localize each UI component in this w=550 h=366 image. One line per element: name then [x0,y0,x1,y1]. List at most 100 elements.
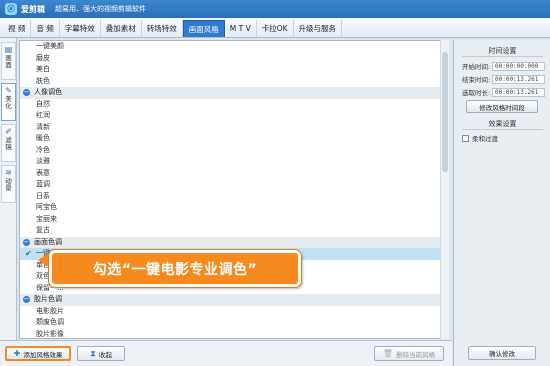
end-time-field[interactable]: 00:00:13.261 [492,74,545,84]
add-style-effect-button[interactable]: ✚ 添加风格效果 [5,346,71,361]
category-header[interactable]: − 胶片色调 [20,294,448,306]
style-list-item[interactable]: 淡雅 [20,156,448,168]
row-label: 磨皮 [36,53,50,62]
row-label: 双色 [36,272,50,280]
style-list-item[interactable]: 宝丽来 [20,214,448,226]
collapse-minus-icon[interactable]: − [23,89,30,96]
add-effect-icon: ✚ [13,349,21,358]
row-label: 胶片影像 [36,329,64,338]
divider [462,129,543,130]
menu-tab[interactable]: M T V [225,20,257,37]
title-bar: ⓔ 爱剪辑 超易用、强大的视频剪辑软件 [0,0,550,18]
modify-style-time-button[interactable]: 修改风格时间段 [466,100,538,113]
style-list-item[interactable]: 表意 [20,168,448,180]
delete-current-style-button[interactable]: 🗑 删除当前风格 [374,346,444,361]
start-time-field[interactable]: 00:00:00.000 [492,61,545,71]
menu-tab[interactable]: 字幕特效 [60,20,101,37]
side-tab[interactable]: ✐ 滤镜 [1,124,16,162]
duration-row: 选取时长: 00:00:13.261 [462,87,547,97]
soft-transition-checkbox[interactable] [462,134,469,142]
row-label: 宝丽来 [36,214,57,223]
bottom-toolbar: ✚ 添加风格效果 ⧗ 收起 🗑 删除当前风格 [0,340,452,366]
time-settings-title: 时间设置 [488,47,517,55]
category-header[interactable]: − 人像调色 [20,87,448,99]
brush-icon: ✐ [5,127,12,136]
divider [462,56,543,57]
menu-tab[interactable]: 卡拉OK [257,20,294,37]
side-tab[interactable]: ▤ 画面 [1,42,16,80]
row-label: 表意 [36,168,50,177]
soft-transition-option[interactable]: 柔和过渡 [462,133,498,143]
row-label: 冷色 [36,145,50,154]
confirm-modify-button[interactable]: 确认修改 [468,346,536,360]
style-list-item[interactable]: 清新 [20,122,448,134]
style-list-item[interactable]: 电影胶片 [20,306,448,318]
style-list-item[interactable]: 肤色 [20,76,448,88]
category-header[interactable]: − 画面色调 [20,236,448,248]
row-label: 肤色 [36,76,50,85]
style-list-item[interactable]: 自然 [20,99,448,111]
end-time-label: 结束时间: [462,76,491,84]
style-list-item[interactable]: 磨皮 [20,53,448,65]
row-label: 一键美颜 [36,42,64,50]
grid-icon: ▤ [4,45,13,54]
duration-label: 选取时长: [462,89,491,97]
collapse-minus-icon[interactable]: − [23,296,30,303]
trash-icon: 🗑 [382,349,394,358]
style-list-item[interactable]: 红润 [20,110,448,122]
menu-tab[interactable]: 视 频 [3,20,32,37]
checkmark-icon: ✔ [25,249,32,258]
start-time-label: 开始时间: [462,63,491,71]
delete-current-style-label: 删除当前风格 [396,350,436,359]
row-label: 胶片色调 [34,295,62,303]
row-label: 清新 [36,122,50,131]
side-tab-bar: ▤ 画面 ✎ 美化 ✐ 滤镜 ≋ 动景 [0,38,17,366]
end-time-row: 结束时间: 00:00:13.261 [462,74,547,84]
style-list-item[interactable]: 美白 [20,64,448,76]
side-tab-label: 动景 [5,177,12,192]
row-label: 自然 [36,99,50,108]
effect-settings-title: 效果设置 [488,120,517,128]
collapse-label: 收起 [98,350,112,359]
menu-tab[interactable]: 叠加素材 [101,20,142,37]
row-label: 阿宝色 [36,203,57,211]
side-tab[interactable]: ≋ 动景 [1,165,16,203]
collapse-button[interactable]: ⧗ 收起 [77,346,125,361]
collapse-minus-icon[interactable]: − [23,238,30,246]
side-tab-label: 滤镜 [5,136,12,151]
style-list-item[interactable]: 一键美颜 [20,41,448,53]
row-label: 蓝调 [36,180,50,188]
side-tab[interactable]: ✎ 美化 [1,83,16,121]
style-list-item[interactable]: 阿宝色 [20,202,448,214]
start-time-row: 开始时间: 00:00:00.000 [462,61,547,71]
row-label: 颓废色调 [36,318,64,326]
soft-transition-label: 柔和过渡 [472,135,498,143]
instruction-callout: 勾选“一键电影专业调色” [49,250,301,287]
duration-field: 00:00:13.261 [492,87,545,97]
main-menu-bar: 视 频音 频字幕特效 叠加素材 转场特效 画面风格 M T V 卡拉OK 升级与服务 [0,18,550,38]
scrollbar-thumb[interactable] [442,52,448,172]
style-list: 一键美颜 磨皮 美白 肤色 − 人像调色 自然 红润 清新 暖色 冷色 淡雅 表意 蓝调 日系 阿宝色 宝丽来复… [19,40,449,339]
row-label: 淡雅 [36,157,50,165]
list-scrollbar[interactable] [440,40,449,339]
collapse-icon: ⧗ [90,348,96,358]
menu-tab[interactable]: 音 频 [31,20,60,37]
wave-icon: ≋ [5,168,12,177]
style-list-item[interactable]: 冷色 [20,145,448,157]
menu-tab[interactable]: 转场特效 [142,20,183,37]
menu-tab[interactable]: 画面风格 [182,20,225,37]
row-label: 暖色 [36,134,50,142]
style-list-item[interactable]: 日系 [20,191,448,203]
settings-panel: 时间设置 开始时间: 00:00:00.000 结束时间: 00:00:13.2… [453,40,550,366]
style-list-item[interactable]: 暖色 [20,133,448,145]
app-slogan: 超易用、强大的视频剪辑软件 [55,5,146,13]
style-list-item[interactable]: 胶片影像 [20,329,448,339]
style-list-item[interactable]: 复古 [20,225,448,237]
style-list-item[interactable]: 颓废色调 [20,317,448,329]
style-list-item[interactable]: 蓝调 [20,179,448,191]
menu-tab[interactable]: 升级与服务 [294,20,343,37]
row-label: 人像调色 [34,88,62,96]
side-tab-label: 美化 [5,95,12,110]
add-style-effect-label: 添加风格效果 [23,350,63,359]
row-label: 复古 [36,226,50,234]
